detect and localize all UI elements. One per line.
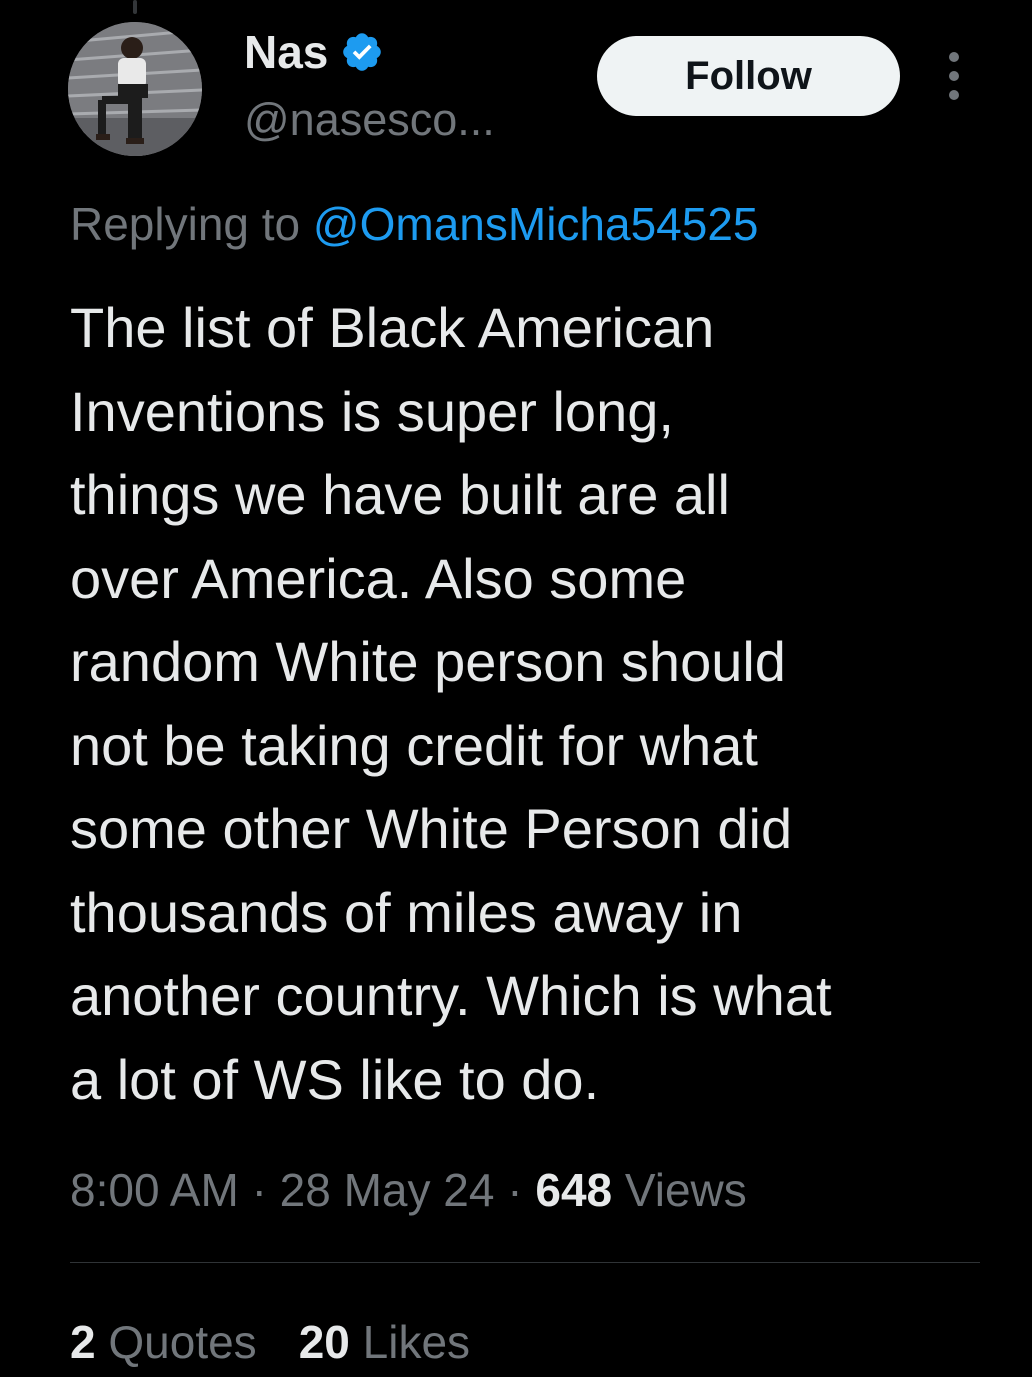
follow-button[interactable]: Follow xyxy=(597,36,900,116)
avatar[interactable] xyxy=(68,22,202,156)
quotes-count: 2 xyxy=(70,1316,96,1368)
meta-separator: · xyxy=(251,1164,267,1216)
reply-mention-link[interactable]: @OmansMicha54525 xyxy=(313,198,759,250)
replying-to-line: Replying to @OmansMicha54525 xyxy=(70,194,759,254)
likes-count: 20 xyxy=(298,1316,350,1368)
quotes-stat[interactable]: 2 Quotes xyxy=(70,1312,257,1372)
likes-label: Likes xyxy=(362,1316,471,1368)
author-handle[interactable]: @nasesco... xyxy=(244,92,495,148)
more-options-icon[interactable] xyxy=(940,52,968,100)
replying-to-label: Replying to xyxy=(70,198,301,250)
meta-separator: · xyxy=(507,1164,523,1216)
views-label[interactable]: Views xyxy=(625,1164,747,1216)
tweet-body: The list of Black American Inventions is… xyxy=(70,296,832,1111)
tweet-meta: 8:00 AM · 28 May 24 · 648 Views xyxy=(70,1158,747,1222)
views-count[interactable]: 648 xyxy=(535,1164,612,1216)
profile-photo-icon xyxy=(68,22,202,156)
quotes-label: Quotes xyxy=(108,1316,257,1368)
tweet-date[interactable]: 28 May 24 xyxy=(280,1164,495,1216)
likes-stat[interactable]: 20 Likes xyxy=(299,1312,470,1372)
thread-connector-line xyxy=(133,0,137,14)
engagement-stats: 2 Quotes 20 Likes xyxy=(70,1312,470,1372)
tweet-time[interactable]: 8:00 AM xyxy=(70,1164,239,1216)
author-name-row: Nas xyxy=(244,24,384,80)
divider xyxy=(70,1262,980,1263)
display-name[interactable]: Nas xyxy=(244,24,328,80)
verified-badge-icon xyxy=(340,30,384,74)
